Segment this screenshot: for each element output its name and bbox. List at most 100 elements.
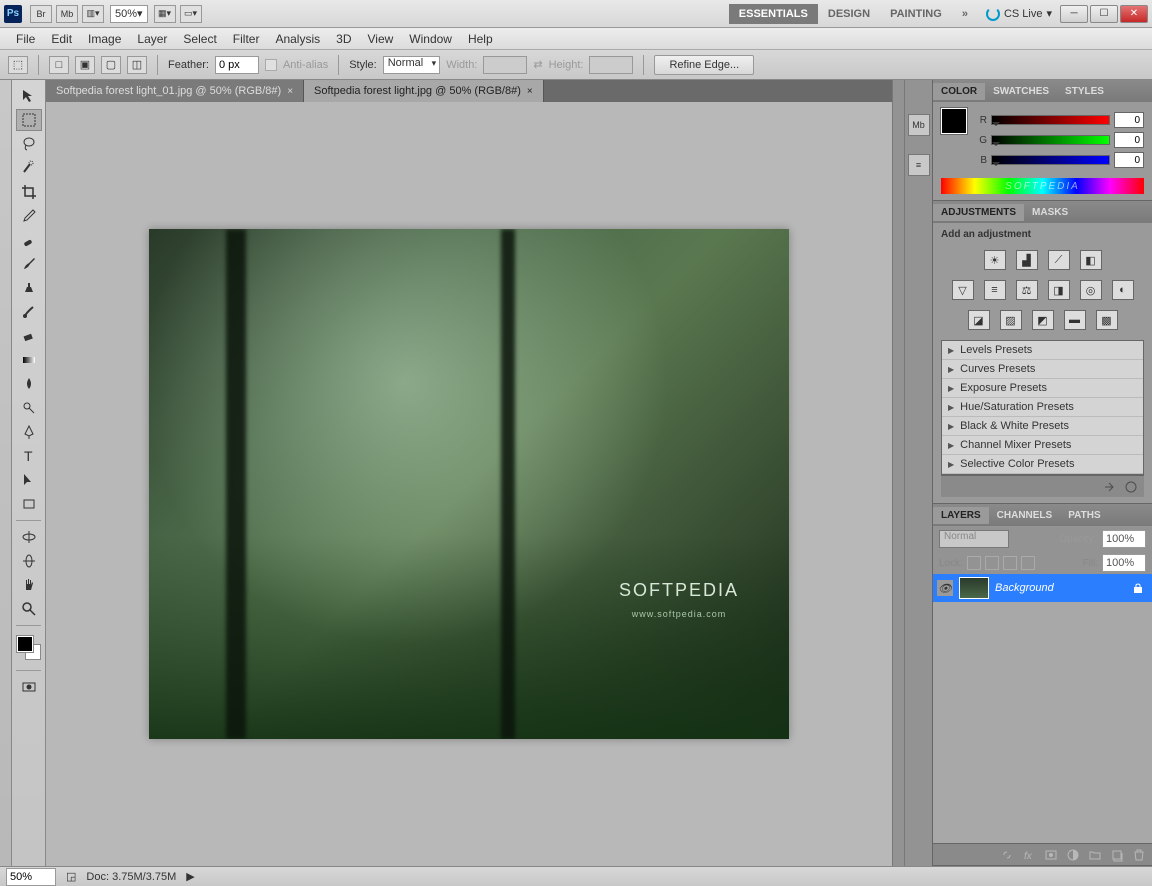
delete-layer-icon[interactable]	[1132, 848, 1146, 862]
link-layers-icon[interactable]	[1000, 848, 1014, 862]
preset-black-white[interactable]: ▶Black & White Presets	[942, 417, 1143, 436]
menu-view[interactable]: View	[359, 30, 401, 48]
blur-tool[interactable]	[16, 373, 42, 395]
curves-icon[interactable]: ⟋	[1048, 250, 1070, 270]
channel-mixer-icon[interactable]: ◐	[1112, 280, 1134, 300]
minimize-button[interactable]: ─	[1060, 5, 1088, 23]
quick-mask-tool[interactable]	[16, 676, 42, 698]
preset-curves[interactable]: ▶Curves Presets	[942, 360, 1143, 379]
document-tab-0[interactable]: Softpedia forest light_01.jpg @ 50% (RGB…	[46, 80, 304, 102]
tool-collapse-strip[interactable]	[0, 80, 12, 866]
minibridge-dock-icon[interactable]: Mb	[908, 114, 930, 136]
subtract-selection-icon[interactable]: ▢	[101, 56, 121, 74]
close-tab-icon[interactable]: ×	[527, 86, 533, 97]
hand-tool[interactable]	[16, 574, 42, 596]
crop-tool[interactable]	[16, 181, 42, 203]
bridge-button[interactable]: Br	[30, 5, 52, 23]
dodge-tool[interactable]	[16, 397, 42, 419]
layer-mask-icon[interactable]	[1044, 848, 1058, 862]
3d-rotate-tool[interactable]	[16, 526, 42, 548]
zoom-tool[interactable]	[16, 598, 42, 620]
marquee-tool[interactable]	[16, 109, 42, 131]
view-extras-button[interactable]: ▥▾	[82, 5, 104, 23]
posterize-icon[interactable]: ▨	[1000, 310, 1022, 330]
brush-tool[interactable]	[16, 253, 42, 275]
color-swatches[interactable]	[17, 636, 41, 660]
status-info-arrow-icon[interactable]: ▶	[186, 870, 194, 883]
close-button[interactable]: ✕	[1120, 5, 1148, 23]
black-white-icon[interactable]: ◨	[1048, 280, 1070, 300]
add-selection-icon[interactable]: ▣	[75, 56, 95, 74]
b-input[interactable]	[1114, 152, 1144, 168]
workspace-painting[interactable]: PAINTING	[880, 4, 952, 24]
menu-filter[interactable]: Filter	[225, 30, 268, 48]
return-adjustment-icon[interactable]	[1102, 480, 1116, 494]
workspace-design[interactable]: DESIGN	[818, 4, 880, 24]
history-brush-tool[interactable]	[16, 301, 42, 323]
gradient-map-icon[interactable]: ▬	[1064, 310, 1086, 330]
status-zoom-input[interactable]	[6, 868, 56, 886]
menu-edit[interactable]: Edit	[43, 30, 80, 48]
menu-window[interactable]: Window	[401, 30, 460, 48]
minibridge-button[interactable]: Mb	[56, 5, 78, 23]
r-input[interactable]	[1114, 112, 1144, 128]
new-layer-icon[interactable]	[1110, 848, 1124, 862]
zoom-level-select[interactable]: 50% ▾	[110, 5, 148, 23]
new-selection-icon[interactable]: □	[49, 56, 69, 74]
color-panel-swatch[interactable]	[941, 108, 967, 134]
adjustment-layer-icon[interactable]	[1066, 848, 1080, 862]
selective-color-icon[interactable]: ▩	[1096, 310, 1118, 330]
foreground-color-swatch[interactable]	[17, 636, 33, 652]
3d-camera-tool[interactable]	[16, 550, 42, 572]
layer-row-background[interactable]: 👁 Background	[933, 574, 1152, 602]
tab-masks[interactable]: MASKS	[1024, 204, 1076, 221]
exposure-icon[interactable]: ◧	[1080, 250, 1102, 270]
layer-visibility-icon[interactable]: 👁	[937, 580, 953, 596]
menu-3d[interactable]: 3D	[328, 30, 359, 48]
pen-tool[interactable]	[16, 421, 42, 443]
layer-style-icon[interactable]: fx	[1022, 848, 1036, 862]
feather-input[interactable]	[215, 56, 259, 74]
workspace-more[interactable]: »	[952, 4, 978, 24]
tab-styles[interactable]: STYLES	[1057, 83, 1112, 100]
menu-select[interactable]: Select	[175, 30, 224, 48]
maximize-button[interactable]: ☐	[1090, 5, 1118, 23]
brightness-contrast-icon[interactable]: ☀	[984, 250, 1006, 270]
g-input[interactable]	[1114, 132, 1144, 148]
style-select[interactable]: Normal	[383, 56, 440, 74]
clip-layer-icon[interactable]	[1124, 480, 1138, 494]
tab-color[interactable]: COLOR	[933, 83, 985, 100]
menu-file[interactable]: File	[8, 30, 43, 48]
vibrance-icon[interactable]: ▽	[952, 280, 974, 300]
quick-selection-tool[interactable]	[16, 157, 42, 179]
layer-thumbnail[interactable]	[959, 577, 989, 599]
close-tab-icon[interactable]: ×	[287, 86, 293, 97]
rectangle-tool[interactable]	[16, 493, 42, 515]
menu-image[interactable]: Image	[80, 30, 129, 48]
threshold-icon[interactable]: ◩	[1032, 310, 1054, 330]
menu-analysis[interactable]: Analysis	[267, 30, 328, 48]
preset-exposure[interactable]: ▶Exposure Presets	[942, 379, 1143, 398]
color-balance-icon[interactable]: ⚖	[1016, 280, 1038, 300]
preset-list[interactable]: ▶Levels Presets ▶Curves Presets ▶Exposur…	[941, 340, 1144, 475]
menu-layer[interactable]: Layer	[129, 30, 175, 48]
clone-stamp-tool[interactable]	[16, 277, 42, 299]
tab-paths[interactable]: PATHS	[1060, 507, 1108, 524]
layer-name[interactable]: Background	[995, 582, 1054, 594]
tab-swatches[interactable]: SWATCHES	[985, 83, 1057, 100]
gradient-tool[interactable]	[16, 349, 42, 371]
preset-channel-mixer[interactable]: ▶Channel Mixer Presets	[942, 436, 1143, 455]
document-tab-1[interactable]: Softpedia forest light.jpg @ 50% (RGB/8#…	[304, 80, 544, 102]
tab-adjustments[interactable]: ADJUSTMENTS	[933, 204, 1024, 221]
b-slider[interactable]	[991, 155, 1110, 165]
layer-list[interactable]: 👁 Background	[933, 574, 1152, 843]
g-slider[interactable]	[991, 135, 1110, 145]
workspace-essentials[interactable]: ESSENTIALS	[729, 4, 818, 24]
arrange-documents-button[interactable]: ▦▾	[154, 5, 176, 23]
r-slider[interactable]	[991, 115, 1110, 125]
eraser-tool[interactable]	[16, 325, 42, 347]
preset-selective-color[interactable]: ▶Selective Color Presets	[942, 455, 1143, 474]
layer-group-icon[interactable]	[1088, 848, 1102, 862]
cslive-button[interactable]: CS Live ▾	[986, 7, 1052, 21]
healing-brush-tool[interactable]	[16, 229, 42, 251]
